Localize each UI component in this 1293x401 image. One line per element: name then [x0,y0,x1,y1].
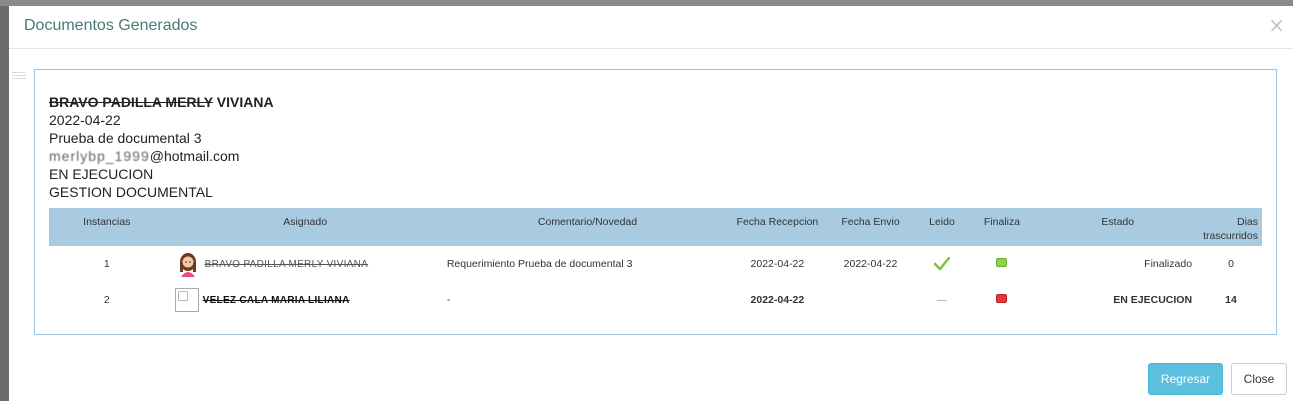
row-asignado: BRAVO PADILLA MERLY VIVIANA [165,246,446,282]
user-avatar-icon [174,251,201,277]
col-instancias: Instancias [83,216,131,228]
row-estado: EN EJECUCION [1113,294,1193,306]
row-finaliza [969,282,1036,318]
row-instancia: 1 [103,258,110,270]
modal-header: Documentos Generados × [9,6,1293,49]
col-finaliza: Finaliza [983,216,1021,228]
document-title: Prueba de documental 3 [49,130,202,146]
row-comentario: Requerimiento Prueba de documental 3 [446,258,633,270]
col-fecha-envio: Fecha Envio [841,216,900,228]
document-area: GESTION DOCUMENTAL [49,184,213,200]
col-estado: Estado [1101,216,1135,228]
assignee-email: merlybp_1999@hotmail.com [49,148,240,164]
modal-title: Documentos Generados [24,17,198,34]
row-leido [915,282,968,318]
row-fecha-envio [826,282,916,318]
col-leido: Leido [929,216,955,228]
col-fecha-recepcion: Fecha Recepcion [736,216,819,228]
document-status: EN EJECUCION [49,166,154,182]
table-header-row: Instancias Asignado Comentario/Novedad F… [49,208,1262,246]
documents-modal: Documentos Generados × BRAVO PADILLA MER… [9,6,1293,401]
running-status-icon [996,294,1008,303]
assignee-name: BRAVO PADILLA MERLY VIVIANA [49,94,274,110]
col-comentario: Comentario/Novedad [537,216,638,228]
table-row: 1 BRAVO PADILLA MERLY VIVIANA Requerimie… [49,246,1262,282]
row-fecha-envio: 2022-04-22 [843,258,898,270]
broken-image-icon [174,288,199,312]
row-fecha-recepcion: 2022-04-22 [750,258,805,270]
assignee-name-struck: VELEZ CALA MARIA LILIANA [202,294,350,306]
row-instancia: 2 [103,294,110,306]
checkmark-icon [933,256,951,271]
row-comentario: - [446,294,451,306]
document-info: BRAVO PADILLA MERLY VIVIANA 2022-04-22 P… [49,93,274,201]
row-fecha-recepcion: 2022-04-22 [750,294,805,306]
close-icon[interactable]: × [1268,15,1285,35]
regresar-button[interactable]: Regresar [1148,363,1223,395]
unread-dash-icon [936,299,947,301]
row-asignado: VELEZ CALA MARIA LILIANA [165,282,446,318]
document-panel: BRAVO PADILLA MERLY VIVIANA 2022-04-22 P… [34,69,1277,335]
close-button[interactable]: Close [1231,363,1287,395]
table-row: 2 VELEZ CALA MARIA LILIANA - 2022-04-22 … [49,282,1262,318]
assignee-name-struck: BRAVO PADILLA MERLY VIVIANA [204,258,369,270]
row-finaliza [969,246,1036,282]
row-estado: Finalizado [1144,258,1193,270]
instances-table: Instancias Asignado Comentario/Novedad F… [49,208,1262,318]
menu-lines-icon [12,72,26,82]
row-leido [915,246,968,282]
row-dias: 14 [1225,294,1237,306]
finalized-status-icon [996,258,1008,267]
col-asignado: Asignado [283,216,328,228]
col-dias: Dias trascurridos [1203,216,1258,242]
row-dias: 0 [1228,258,1234,270]
document-date: 2022-04-22 [49,112,121,128]
